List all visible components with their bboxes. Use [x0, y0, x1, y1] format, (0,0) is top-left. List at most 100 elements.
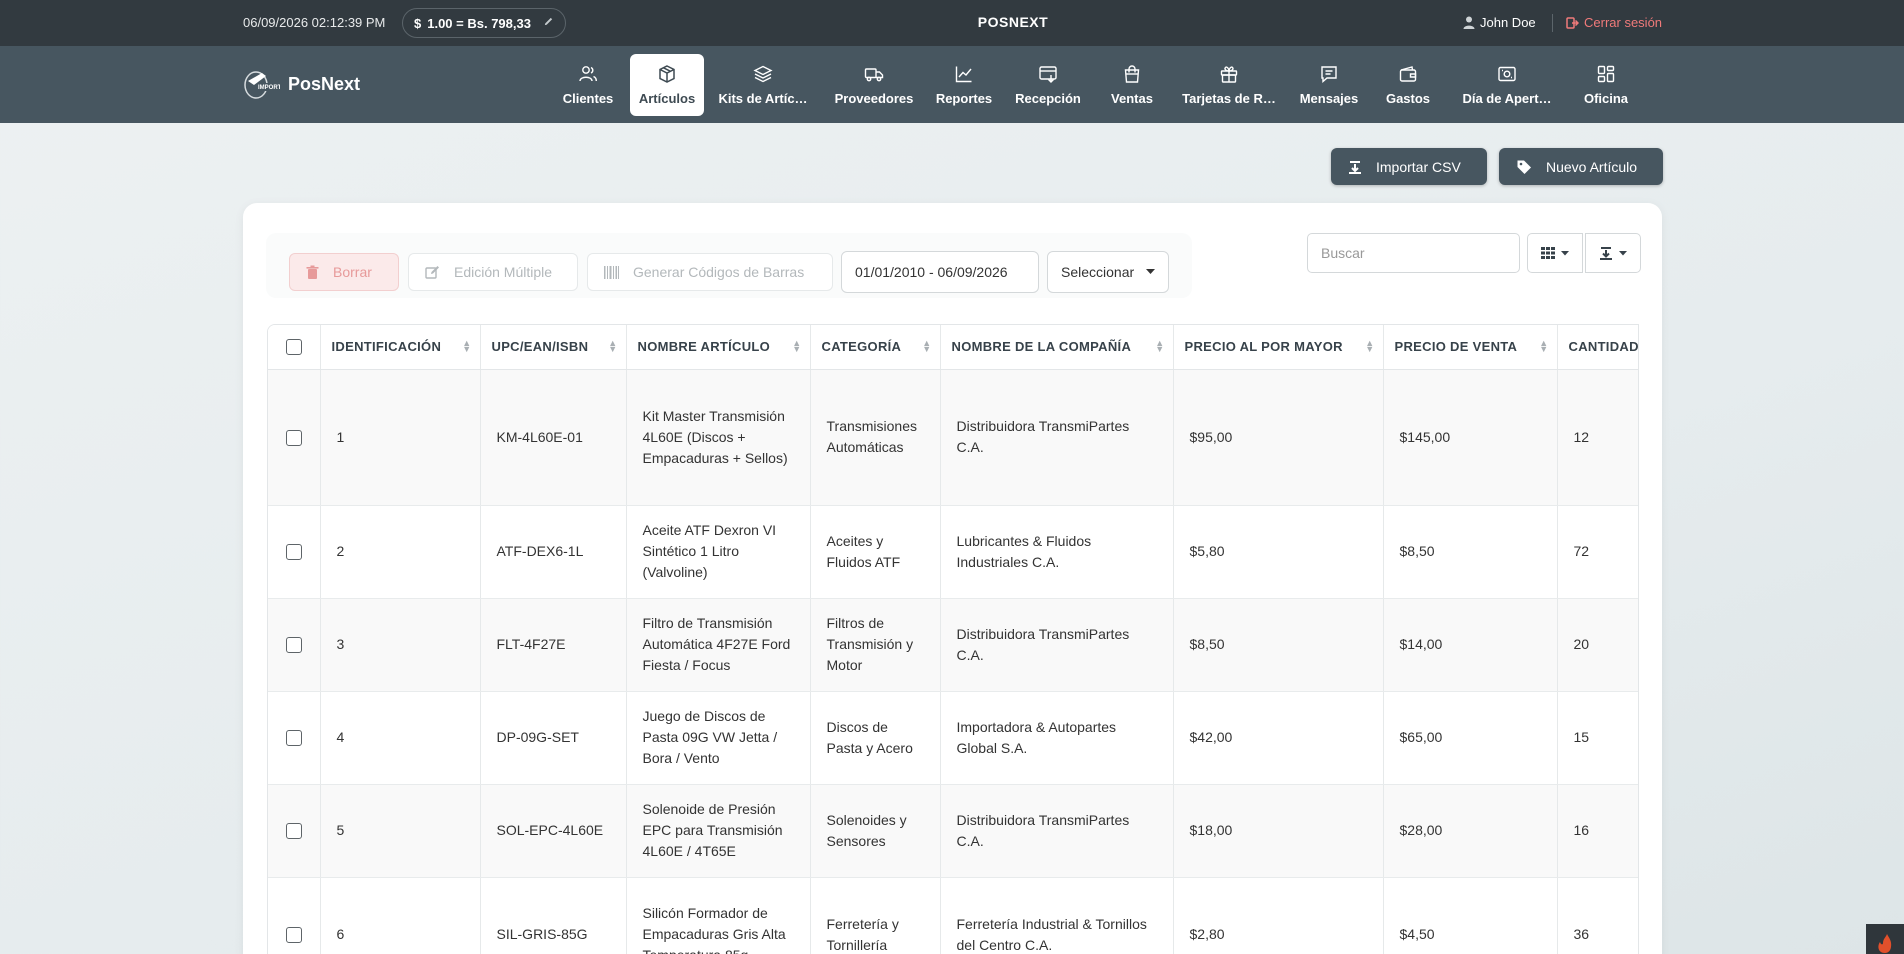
sort-icon: ▲ ▼: [922, 338, 932, 354]
tag-icon: [1517, 160, 1531, 174]
cell-wholesale: $18,00: [1173, 784, 1384, 878]
cell-price: $4,50: [1383, 877, 1558, 954]
nav-item-clientes[interactable]: Clientes: [560, 54, 616, 116]
cell-wholesale: $5,80: [1173, 505, 1384, 599]
items-table: IDENTIFICACIÓN ▲ ▼ UPC/EAN/ISBN ▲ ▼ NOMBRE A…: [268, 325, 1638, 954]
cell-company: Distribuidora TransmiPartes C.A.: [940, 369, 1174, 506]
row-checkbox[interactable]: [285, 429, 302, 446]
cell-price: $145,00: [1383, 369, 1558, 506]
users-icon: [579, 66, 597, 82]
select-all-checkbox[interactable]: [285, 339, 302, 356]
cell-category: Solenoides y Sensores: [810, 784, 941, 878]
column-header-wholesale[interactable]: PRECIO AL POR MAYOR ▲ ▼: [1173, 325, 1384, 370]
cell-wholesale: $8,50: [1173, 598, 1384, 692]
nav-item-dia-apertura[interactable]: Día de Apert…: [1456, 54, 1558, 116]
nav-label: Clientes: [562, 91, 614, 106]
columns-dropdown[interactable]: [1527, 233, 1583, 273]
sort-icon: ▲ ▼: [608, 338, 618, 354]
cell-id: 5: [320, 784, 481, 878]
table-row[interactable]: 1 KM-4L60E-01 Kit Master Transmisión 4L6…: [268, 369, 1638, 506]
grid-view-icon: [1541, 247, 1555, 259]
bulk-edit-button[interactable]: Edición Múltiple: [408, 253, 578, 291]
nav-item-recepcion[interactable]: Recepción: [1012, 54, 1084, 116]
delete-button[interactable]: Borrar: [289, 253, 399, 291]
new-item-button[interactable]: Nuevo Artículo: [1499, 148, 1663, 185]
row-checkbox[interactable]: [285, 823, 302, 840]
row-checkbox[interactable]: [285, 927, 302, 944]
column-label: PRECIO DE VENTA: [1394, 339, 1518, 355]
nav-item-proveedores[interactable]: Proveedores: [832, 54, 916, 116]
export-dropdown[interactable]: [1585, 233, 1641, 273]
cell-upc: SIL-GRIS-85G: [480, 877, 627, 954]
column-header-upc[interactable]: UPC/EAN/ISBN ▲ ▼: [480, 325, 627, 370]
cell-quantity: 72: [1557, 505, 1638, 599]
nav-item-gastos[interactable]: Gastos: [1380, 54, 1436, 116]
table-row[interactable]: 6 SIL-GRIS-85G Silicón Formador de Empac…: [268, 877, 1638, 954]
cell-upc: SOL-EPC-4L60E: [480, 784, 627, 878]
user-menu[interactable]: John Doe: [1463, 15, 1536, 30]
cell-company: Ferretería Industrial & Tornillos del Ce…: [940, 877, 1174, 954]
column-label: PRECIO AL POR MAYOR: [1184, 339, 1343, 355]
chart-line-icon: [955, 66, 972, 83]
column-header-name[interactable]: NOMBRE ARTÍCULO ▲ ▼: [626, 325, 811, 370]
column-header-category[interactable]: CATEGORÍA ▲ ▼: [810, 325, 941, 370]
cell-name: Solenoide de Presión EPC para Transmisió…: [626, 784, 811, 878]
floating-widget[interactable]: [1866, 924, 1904, 954]
column-label: IDENTIFICACIÓN: [331, 339, 442, 355]
table-row[interactable]: 4 DP-09G-SET Juego de Discos de Pasta 09…: [268, 691, 1638, 785]
column-label: CATEGORÍA: [821, 339, 902, 355]
download-icon: [1600, 246, 1612, 260]
cell-company: Distribuidora TransmiPartes C.A.: [940, 598, 1174, 692]
sort-icon: ▲ ▼: [1155, 338, 1165, 354]
nav-item-reportes[interactable]: Reportes: [934, 54, 994, 116]
row-checkbox[interactable]: [285, 544, 302, 561]
row-checkbox[interactable]: [285, 637, 302, 654]
search-placeholder: Buscar: [1321, 245, 1365, 261]
cell-price: $8,50: [1383, 505, 1558, 599]
cell-id: 6: [320, 877, 481, 954]
nav-item-ventas[interactable]: Ventas: [1104, 54, 1160, 116]
column-header-price[interactable]: PRECIO DE VENTA ▲ ▼: [1383, 325, 1558, 370]
import-icon: [1349, 160, 1361, 174]
nav-item-kits[interactable]: Kits de Artíc…: [716, 54, 810, 116]
select-dropdown[interactable]: Seleccionar: [1047, 251, 1169, 293]
row-checkbox[interactable]: [285, 730, 302, 747]
table-row[interactable]: 3 FLT-4F27E Filtro de Transmisión Automá…: [268, 598, 1638, 692]
svg-text:IMPORT: IMPORT: [258, 85, 280, 91]
cell-quantity: 16: [1557, 784, 1638, 878]
nav-label: Mensajes: [1299, 91, 1359, 106]
column-header-id[interactable]: IDENTIFICACIÓN ▲ ▼: [320, 325, 481, 370]
table-header-row: IDENTIFICACIÓN ▲ ▼ UPC/EAN/ISBN ▲ ▼ NOMBRE A…: [268, 325, 1638, 370]
select-value: Seleccionar: [1061, 264, 1135, 280]
cell-upc: KM-4L60E-01: [480, 369, 627, 506]
column-header-quantity[interactable]: CANTIDAD: [1557, 325, 1638, 370]
table-row[interactable]: 2 ATF-DEX6-1L Aceite ATF Dexron VI Sinté…: [268, 505, 1638, 599]
divider: [1552, 14, 1553, 32]
bulk-edit-label: Edición Múltiple: [454, 264, 553, 280]
flame-icon: [1878, 934, 1892, 953]
cell-quantity: 36: [1557, 877, 1638, 954]
select-all-header: [268, 325, 321, 370]
column-header-company[interactable]: NOMBRE DE LA COMPAÑÍA ▲ ▼: [940, 325, 1174, 370]
nav-label: Día de Apert…: [1462, 91, 1552, 106]
import-csv-label: Importar CSV: [1376, 158, 1461, 175]
brand-logo[interactable]: IMPORT PosNext: [242, 67, 360, 101]
nav-label: Oficina: [1583, 91, 1629, 106]
logout-link[interactable]: Cerrar sesión: [1566, 15, 1662, 30]
nav-label: Tarjetas de R…: [1182, 91, 1276, 106]
sort-icon: ▲ ▼: [792, 338, 802, 354]
import-csv-button[interactable]: Importar CSV: [1331, 148, 1487, 185]
cell-id: 2: [320, 505, 481, 599]
search-input[interactable]: Buscar: [1307, 233, 1520, 273]
nav-item-tarjetas[interactable]: Tarjetas de R…: [1178, 54, 1280, 116]
wallet-icon: [1399, 66, 1417, 82]
barcodes-button[interactable]: Generar Códigos de Barras: [587, 253, 833, 291]
nav-item-mensajes[interactable]: Mensajes: [1298, 54, 1360, 116]
table-row[interactable]: 5 SOL-EPC-4L60E Solenoide de Presión EPC…: [268, 784, 1638, 878]
nav-item-articulos[interactable]: Artículos: [630, 54, 704, 116]
date-range-input[interactable]: 01/01/2010 - 06/09/2026: [841, 251, 1039, 293]
cell-quantity: 15: [1557, 691, 1638, 785]
nav-label: Reportes: [935, 91, 993, 106]
date-range-value: 01/01/2010 - 06/09/2026: [855, 264, 1008, 280]
nav-item-oficina[interactable]: Oficina: [1576, 54, 1636, 116]
